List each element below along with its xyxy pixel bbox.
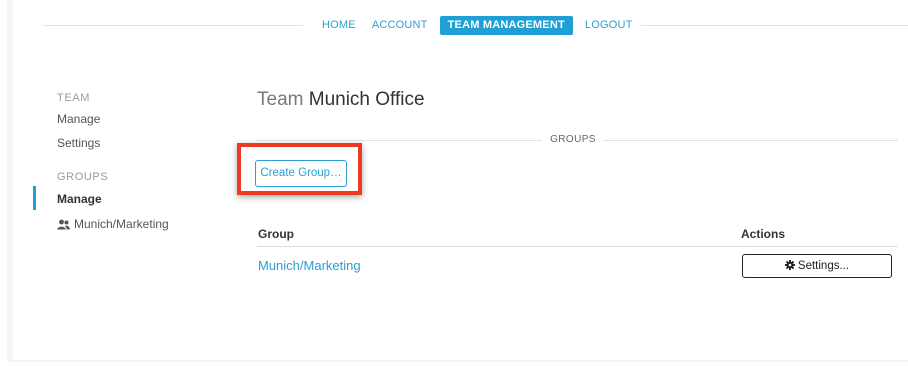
sidebar-groups-heading: GROUPS — [57, 171, 109, 183]
page-title: Team Munich Office — [257, 89, 425, 111]
nav-account[interactable]: ACCOUNT — [364, 16, 436, 35]
nav-divider-left — [43, 25, 303, 26]
page-content: HOME ACCOUNT TEAM MANAGEMENT LOGOUT TEAM… — [13, 0, 908, 360]
sidebar-team-heading: TEAM — [57, 92, 90, 104]
sidebar-item-label: Munich/Marketing — [74, 217, 169, 231]
section-divider-left — [257, 140, 542, 141]
group-settings-button[interactable]: Settings... — [742, 254, 892, 278]
top-nav: HOME ACCOUNT TEAM MANAGEMENT LOGOUT — [314, 16, 641, 35]
group-link-munich-marketing[interactable]: Munich/Marketing — [258, 258, 361, 273]
nav-team-management[interactable]: TEAM MANAGEMENT — [439, 16, 573, 35]
groups-section-label: GROUPS — [550, 134, 596, 145]
settings-button-label: Settings... — [797, 260, 850, 272]
page-title-prefix: Team — [257, 89, 304, 110]
section-divider-right — [603, 140, 898, 141]
sidebar-item-team-manage[interactable]: Manage — [57, 112, 100, 126]
nav-divider-right — [641, 25, 908, 26]
sidebar-active-indicator — [33, 186, 36, 210]
sidebar-item-munich-marketing[interactable]: Munich/Marketing — [57, 217, 169, 233]
gear-icon — [784, 259, 795, 273]
column-header-group: Group — [258, 227, 294, 241]
users-icon — [57, 219, 70, 233]
nav-home[interactable]: HOME — [314, 16, 364, 35]
sidebar-item-groups-manage[interactable]: Manage — [57, 192, 102, 206]
table-header-divider — [257, 246, 898, 247]
nav-logout[interactable]: LOGOUT — [577, 16, 641, 35]
sidebar-item-team-settings[interactable]: Settings — [57, 136, 100, 150]
create-group-button[interactable]: Create Group… — [255, 160, 347, 187]
team-name: Munich Office — [308, 89, 425, 110]
column-header-actions: Actions — [741, 227, 786, 241]
